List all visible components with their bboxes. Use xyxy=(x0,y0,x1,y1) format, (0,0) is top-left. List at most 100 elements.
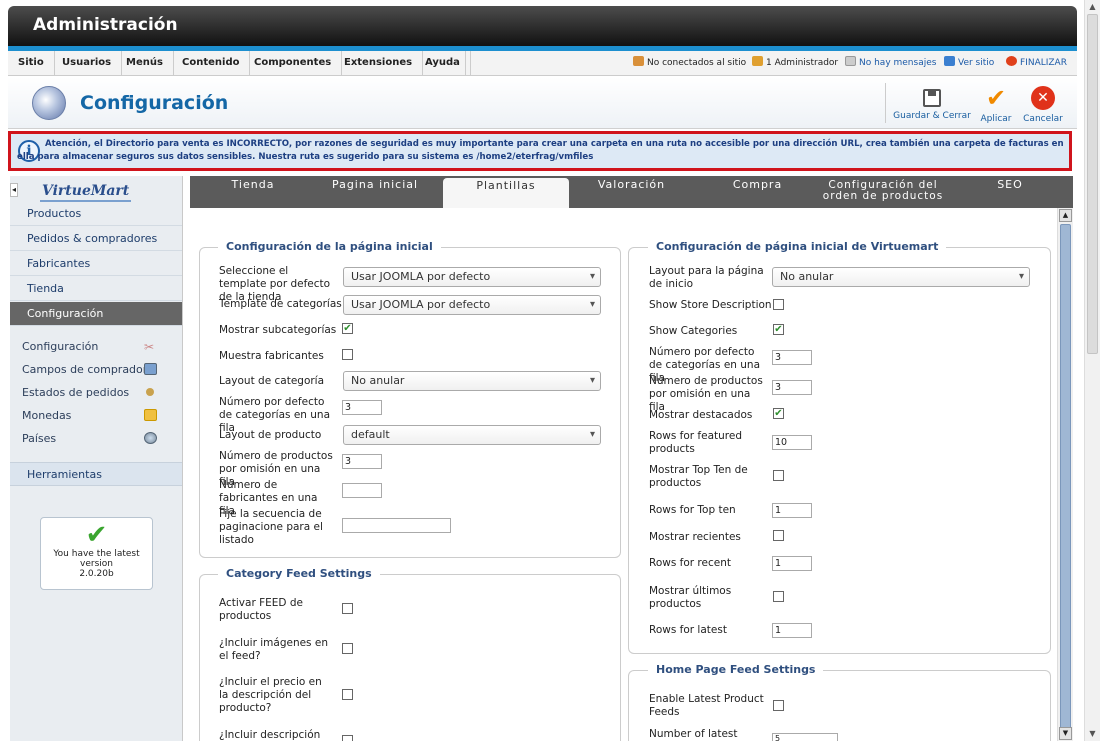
feed-price-label: ¿Incluir el precio en la descripción del… xyxy=(219,676,322,714)
tab-plantillas[interactable]: Plantillas xyxy=(443,178,569,208)
globe-icon xyxy=(144,432,157,444)
category-layout-label: Layout de categoría xyxy=(219,375,325,387)
home-layout-select[interactable]: No anular xyxy=(772,267,1030,287)
tab-tienda[interactable]: Tienda xyxy=(218,176,288,208)
apply-button[interactable]: ✔ Aplicar xyxy=(976,80,1016,126)
menu-ayuda[interactable]: Ayuda xyxy=(415,51,471,75)
rows-featured-input[interactable]: 10 xyxy=(772,435,812,450)
rows-top-ten-input[interactable]: 1 xyxy=(772,503,812,518)
page-scroll-down-icon[interactable]: ▼ xyxy=(1085,727,1100,740)
featured-checkbox[interactable]: ✔ xyxy=(773,408,784,419)
menu-menus[interactable]: Menús xyxy=(116,51,174,75)
status-messages[interactable]: No hay mensajes xyxy=(845,51,936,75)
status-admins: 1 Administrador xyxy=(752,51,838,75)
sidebar-item-pedidos[interactable]: Pedidos & compradores xyxy=(10,227,182,251)
home-cats-per-row-input[interactable]: 3 xyxy=(772,350,812,365)
categories-per-row-input[interactable]: 3 xyxy=(342,400,382,415)
menu-extensiones[interactable]: Extensiones xyxy=(334,51,424,75)
store-template-select[interactable]: Usar JOOMLA por defecto xyxy=(343,267,601,287)
home-prods-per-row-input[interactable]: 3 xyxy=(772,380,812,395)
page-scrollbar[interactable]: ▲ ▼ xyxy=(1084,0,1100,741)
home-layout-label: Layout para la página de inicio xyxy=(649,265,764,290)
rows-recent-label: Rows for recent xyxy=(649,557,731,569)
products-per-row-input[interactable]: 3 xyxy=(342,454,382,469)
show-subcategories-checkbox[interactable]: ✔ xyxy=(342,323,353,334)
virtuemart-home-legend: Configuración de página inicial de Virtu… xyxy=(648,240,947,253)
show-manufacturers-checkbox[interactable] xyxy=(342,349,353,360)
menu-componentes[interactable]: Componentes xyxy=(244,51,343,75)
submenu-monedas[interactable]: Monedas xyxy=(22,409,71,422)
sidebar-item-productos[interactable]: Productos xyxy=(10,202,182,226)
tab-pagina-inicial[interactable]: Pagina inicial xyxy=(330,176,420,208)
save-close-button[interactable]: Guardar & Cerrar xyxy=(892,80,972,126)
admin-header: Administración xyxy=(8,6,1077,46)
latest-feeds-checkbox[interactable] xyxy=(773,700,784,711)
users-icon xyxy=(633,56,644,66)
activate-feed-checkbox[interactable] xyxy=(342,603,353,614)
activate-feed-label: Activar FEED de productos xyxy=(219,597,303,622)
latest-feeds-label: Enable Latest Product Feeds xyxy=(649,693,764,718)
submenu-campos-comprador[interactable]: Campos de comprador xyxy=(22,363,147,376)
feed-images-label: ¿Incluir imágenes en el feed? xyxy=(219,637,328,662)
submenu-estados-pedidos[interactable]: Estados de pedidos xyxy=(22,386,129,399)
top-ten-label: Mostrar Top Ten de productos xyxy=(649,464,748,489)
rows-latest-input[interactable]: 1 xyxy=(772,623,812,638)
collapse-sidebar-icon[interactable]: ◂ xyxy=(10,183,18,197)
pagination-sequence-input[interactable] xyxy=(342,518,451,533)
tab-compra[interactable]: Compra xyxy=(725,176,790,208)
manufacturers-per-row-input[interactable] xyxy=(342,483,382,498)
feed-images-checkbox[interactable] xyxy=(342,643,353,654)
feed-price-checkbox[interactable] xyxy=(342,689,353,700)
power-icon xyxy=(1006,56,1017,66)
tab-seo[interactable]: SEO xyxy=(985,176,1035,208)
top-ten-checkbox[interactable] xyxy=(773,470,784,481)
page-scroll-thumb[interactable] xyxy=(1087,14,1098,354)
latest-checkbox[interactable] xyxy=(773,591,784,602)
number-latest-input[interactable]: 5 xyxy=(772,733,838,741)
recent-checkbox[interactable] xyxy=(773,530,784,541)
apply-label: Aplicar xyxy=(980,114,1012,124)
submenu-configuracion[interactable]: Configuración xyxy=(22,340,98,353)
latest-label: Mostrar últimos productos xyxy=(649,585,732,610)
status-connected: No conectados al sitio xyxy=(633,51,746,75)
scroll-up-icon[interactable]: ▲ xyxy=(1059,209,1072,222)
sidebar-item-tienda[interactable]: Tienda xyxy=(10,277,182,301)
content-scroll-thumb[interactable] xyxy=(1060,224,1071,729)
logout-link[interactable]: FINALIZAR xyxy=(1006,51,1067,75)
feed-description-checkbox[interactable] xyxy=(342,735,353,741)
cancel-button[interactable]: ✕ Cancelar xyxy=(1018,80,1068,126)
scroll-down-icon[interactable]: ▼ xyxy=(1059,727,1072,740)
view-site-link[interactable]: Ver sitio xyxy=(944,51,994,75)
category-feed-legend: Category Feed Settings xyxy=(218,567,380,580)
tab-orden-productos[interactable]: Configuración del orden de productos xyxy=(818,176,948,208)
page-scroll-up-icon[interactable]: ▲ xyxy=(1085,0,1100,13)
sidebar-item-fabricantes[interactable]: Fabricantes xyxy=(10,252,182,276)
submenu-paises[interactable]: Países xyxy=(22,432,56,445)
product-layout-select[interactable]: default xyxy=(343,425,601,445)
category-layout-select[interactable]: No anular xyxy=(343,371,601,391)
rows-recent-input[interactable]: 1 xyxy=(772,556,812,571)
number-latest-label: Number of latest xyxy=(649,728,738,740)
sidebar-item-herramientas[interactable]: Herramientas xyxy=(10,462,182,486)
virtuemart-logo: VirtueMart xyxy=(40,183,132,202)
category-template-select[interactable]: Usar JOOMLA por defecto xyxy=(343,295,601,315)
store-description-checkbox[interactable] xyxy=(773,299,784,310)
tab-valoracion[interactable]: Valoración xyxy=(590,176,673,208)
content-scrollbar[interactable]: ▲ ▼ xyxy=(1057,208,1073,741)
rows-featured-label: Rows for featured products xyxy=(649,430,742,455)
menu-sitio[interactable]: Sitio xyxy=(8,51,55,75)
menu-usuarios[interactable]: Usuarios xyxy=(52,51,123,75)
status-messages-label: No hay mensajes xyxy=(859,58,937,68)
toolbar: Configuración Guardar & Cerrar ✔ Aplicar… xyxy=(8,77,1077,129)
category-template-label: Template de categorías xyxy=(219,298,342,310)
sidebar-item-configuracion[interactable]: Configuración xyxy=(10,302,182,326)
mail-icon xyxy=(845,56,856,66)
show-subcategories-label: Mostrar subcategorías xyxy=(219,324,337,336)
coins-icon xyxy=(144,409,157,421)
status-connected-label: No conectados al sitio xyxy=(647,58,747,68)
tools-icon: ✂ xyxy=(144,340,155,354)
featured-label: Mostrar destacados xyxy=(649,409,753,421)
menu-contenido[interactable]: Contenido xyxy=(172,51,251,75)
tab-content: Configuración de la página inicial Selec… xyxy=(190,208,1056,741)
show-categories-checkbox[interactable]: ✔ xyxy=(773,324,784,335)
